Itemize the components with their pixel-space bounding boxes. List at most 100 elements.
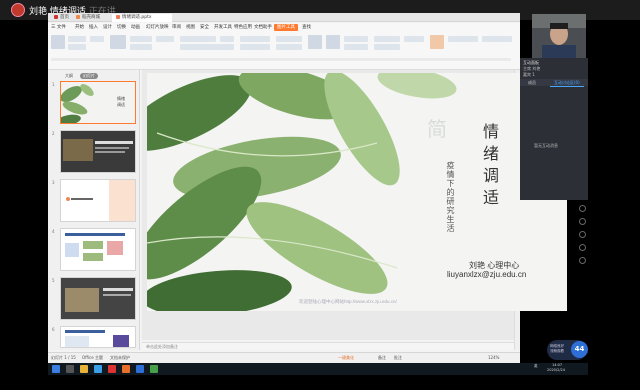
slide-5-preview [61, 278, 135, 319]
paragraph-buttons[interactable] [240, 36, 270, 42]
textbox-icon[interactable] [308, 35, 322, 49]
clock-date[interactable]: 2020/2/24 [547, 368, 565, 373]
slide-thumbnail-1[interactable]: 情绪 调适 [60, 81, 136, 124]
menu-devtools[interactable]: 开发工具 [214, 24, 232, 31]
menu-features[interactable]: 特色应用 [234, 24, 252, 31]
tab-document[interactable]: 情绪调适.pptx [112, 14, 172, 22]
select-button[interactable] [404, 36, 424, 42]
menu-review[interactable]: 审阅 [172, 24, 181, 31]
current-slide[interactable]: 简 情绪调适 疫情下的研究生活 刘艳 心理中心 liuyanxlzx@zju.e… [147, 73, 567, 311]
meeting-app-icon[interactable] [136, 365, 144, 373]
ribbon-toolbar [48, 32, 520, 70]
replace-button[interactable] [374, 44, 400, 50]
slide-number: 3 [52, 180, 55, 185]
convert-smartart-button[interactable] [276, 44, 302, 50]
format-painter-button[interactable] [90, 36, 104, 42]
input-language[interactable]: 英 [534, 364, 538, 369]
menu-design[interactable]: 设计 [103, 24, 112, 31]
slide-number: 6 [52, 327, 55, 332]
slide-email: liuyanxlzx@zju.edu.cn [447, 270, 527, 279]
tab-slides[interactable]: 幻灯片 [80, 73, 98, 79]
slide-3-preview [61, 180, 135, 221]
slide-thumbnail-4[interactable] [60, 228, 136, 271]
slide-thumbnail-2[interactable] [60, 130, 136, 173]
comments-button[interactable]: 批注 [394, 355, 402, 361]
layout-button[interactable] [130, 36, 152, 42]
tab-store[interactable]: 稻壳商城 [72, 14, 104, 22]
slide-footer: 欢迎登陆心理中心网站http://www.xlzx.zju.edu.cn/ [299, 299, 397, 304]
webcam-person-image [532, 14, 586, 59]
tab-home[interactable]: 首页 [50, 14, 73, 22]
menu-animation[interactable]: 动画 [131, 24, 140, 31]
new-slide-icon[interactable] [110, 35, 126, 49]
slide-thumbnail-6[interactable] [60, 326, 136, 348]
theme-name: Office 主题 [82, 355, 103, 360]
copy-button[interactable] [68, 44, 86, 50]
eraser-tool-icon[interactable] [579, 231, 586, 238]
picture-to-text-button[interactable] [448, 36, 478, 42]
tab-members[interactable]: 成员 [524, 79, 540, 86]
tab-store-label: 稻壳商城 [82, 15, 100, 20]
menu-transition[interactable]: 切换 [117, 24, 126, 31]
slide-number: 2 [52, 131, 55, 136]
pptx-icon [116, 14, 120, 19]
cut-button[interactable] [68, 36, 86, 42]
settings-tool-icon[interactable] [579, 257, 586, 264]
search-icon[interactable] [66, 365, 74, 373]
align-buttons[interactable] [240, 44, 270, 50]
shape-icon[interactable] [326, 35, 340, 49]
menu-insert[interactable]: 插入 [89, 24, 98, 31]
pen-tool-icon[interactable] [579, 218, 586, 225]
tab-outline[interactable]: 大纲 [62, 73, 76, 79]
tab-chat[interactable]: 互动讨论区(0) [550, 79, 584, 87]
notes-area[interactable]: 单击此处添加备注 [142, 342, 514, 350]
slide-title: 情绪调适 [480, 123, 499, 211]
beautify-button[interactable]: 一键美化 [338, 355, 354, 361]
menu-view[interactable]: 视图 [186, 24, 195, 31]
menu-bar: 三 文件 开始 插入 设计 切换 动画 幻灯片放映 审阅 视图 安全 开发工具 … [48, 23, 520, 32]
menu-home[interactable]: 开始 [75, 24, 84, 31]
slide-library-button[interactable] [482, 36, 512, 42]
reset-button[interactable] [130, 44, 152, 50]
outline-button[interactable] [344, 44, 368, 50]
laser-tool-icon[interactable] [579, 244, 586, 251]
slide-number: 5 [52, 278, 55, 283]
menu-security[interactable]: 安全 [200, 24, 209, 31]
arrange-button[interactable] [344, 36, 368, 42]
start-icon[interactable] [52, 365, 60, 373]
font-style-buttons[interactable] [180, 44, 234, 50]
pptx-app-icon[interactable] [122, 365, 130, 373]
slide-thumbnail-3[interactable] [60, 179, 136, 222]
tab-bar: 首页 稻壳商城 情绪调适.pptx [48, 13, 520, 22]
svg-text:调适: 调适 [117, 101, 125, 107]
browser-icon[interactable] [94, 365, 102, 373]
zoom-level[interactable]: 124% [488, 355, 499, 361]
paste-icon[interactable] [51, 35, 65, 49]
section-button[interactable] [156, 36, 174, 42]
find-button[interactable] [374, 36, 400, 42]
font-select[interactable] [180, 36, 216, 42]
menu-search[interactable]: 查找 [302, 24, 311, 31]
menu-slideshow[interactable]: 幻灯片放映 [146, 24, 169, 31]
explorer-icon[interactable] [80, 365, 88, 373]
right-tools [578, 200, 588, 300]
font-size-select[interactable] [220, 36, 234, 42]
wps-icon[interactable] [108, 365, 116, 373]
slide-thumbnail-5[interactable] [60, 277, 136, 320]
ai-layout-icon[interactable] [430, 35, 444, 49]
slide-4-preview [61, 229, 135, 270]
protect-status[interactable]: 文档未保护 [110, 355, 130, 361]
pointer-tool-icon[interactable] [579, 205, 586, 212]
status-bar: 幻灯片 1 / 15 Office 主题 文档未保护 一键美化 备注 批注 12… [48, 352, 520, 363]
screen: 刘艳 情绪调适 正在讲 首页 稻壳商城 情绪调适.pptx 三 文件 开始 插入… [0, 0, 640, 390]
wechat-icon[interactable] [150, 365, 158, 373]
menu-file[interactable]: 三 文件 [51, 24, 66, 31]
menu-doc-assistant[interactable]: 文档助手 [254, 24, 272, 31]
store-icon [76, 14, 80, 19]
chat-empty-message: 暂无互动消息 [534, 143, 558, 148]
menu-picture-tools[interactable]: 图片工具 [274, 24, 298, 31]
badge-number: 44 [571, 341, 588, 358]
notes-button[interactable]: 备注 [378, 355, 386, 361]
text-direction-button[interactable] [276, 36, 302, 42]
tab-home-label: 首页 [60, 15, 69, 20]
